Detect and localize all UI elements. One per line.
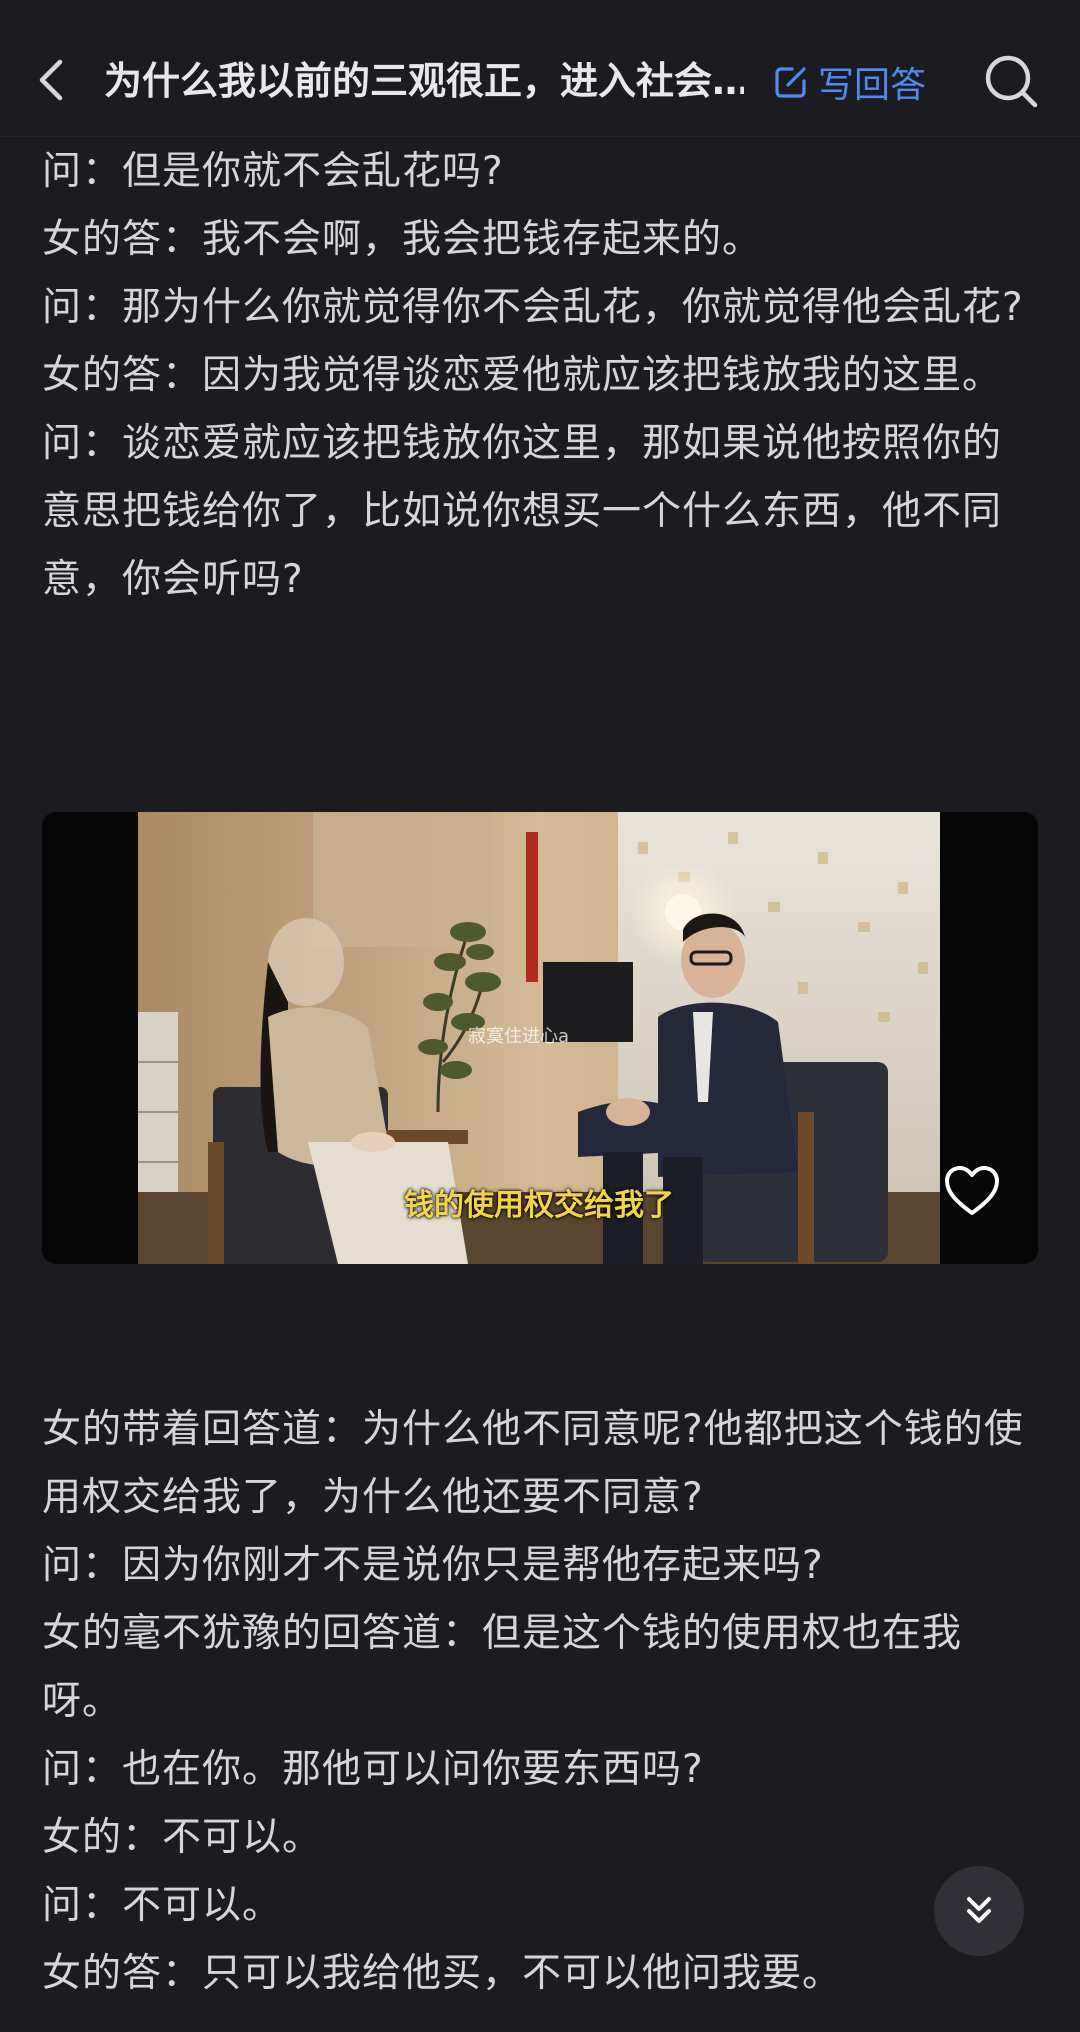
search-icon <box>985 55 1038 108</box>
double-chevron-down-icon <box>967 1897 991 1923</box>
answer-text-block: 问：但是你就不会乱花吗? 女的答：我不会啊，我会把钱存起来的。 问：那为什么你就… <box>42 138 1038 614</box>
page-title[interactable]: 为什么我以前的三观很正，进入社会… <box>104 53 744 109</box>
answer-text-block: 女的带着回答道：为什么他不同意呢?他都把这个钱的使用权交给我了，为什么他还要不同… <box>42 1396 1038 2008</box>
answer-paragraph: 女的答：因为我觉得谈恋爱他就应该把钱放我的这里。 <box>42 353 1003 398</box>
answer-paragraph: 女的带着回答道：为什么他不同意呢?他都把这个钱的使用权交给我了，为什么他还要不同… <box>42 1407 1024 1520</box>
answer-paragraph: 问：也在你。那他可以问你要东西吗? <box>42 1747 704 1792</box>
back-button[interactable] <box>30 48 82 112</box>
edit-icon <box>775 67 806 98</box>
video-watermark: 寂寞住进心a <box>468 1026 570 1047</box>
scroll-down-button[interactable] <box>934 1866 1024 1956</box>
answer-paragraph: 女的：不可以。 <box>42 1815 323 1860</box>
search-button[interactable] <box>980 50 1042 112</box>
video-player[interactable]: 寂寞住进心a 钱的使用权交给我了 <box>42 812 1038 1264</box>
bottom-edge <box>0 2020 1080 2032</box>
chevron-left-icon <box>39 59 63 101</box>
answer-paragraph: 女的毫不犹豫的回答道：但是这个钱的使用权也在我呀。 <box>42 1611 963 1724</box>
video-caption: 钱的使用权交给我了 <box>404 1188 674 1223</box>
answer-paragraph: 问：谈恋爱就应该把钱放你这里，那如果说他按照你的意思把钱给你了，比如说你想买一个… <box>42 421 1003 602</box>
answer-paragraph: 女的答：我不会啊，我会把钱存起来的。 <box>42 217 763 262</box>
answer-paragraph: 女的答：只可以我给他买，不可以他问我要。 <box>42 1951 843 1996</box>
answer-paragraph: 问：但是你就不会乱花吗? <box>42 149 504 194</box>
answer-paragraph: 问：不可以。 <box>42 1883 283 1928</box>
answer-paragraph: 问：那为什么你就觉得你不会乱花，你就觉得他会乱花? <box>42 285 1024 330</box>
like-button[interactable] <box>942 1162 1002 1222</box>
write-answer-button[interactable]: 写回答 <box>772 52 926 112</box>
top-bar: 为什么我以前的三观很正，进入社会… 写回答 <box>0 0 1080 137</box>
answer-paragraph: 问：因为你刚才不是说你只是帮他存起来吗? <box>42 1543 824 1588</box>
heart-icon <box>945 1166 999 1215</box>
video-thumbnail[interactable]: 寂寞住进心a 钱的使用权交给我了 <box>138 812 940 1264</box>
write-answer-label: 写回答 <box>818 65 927 106</box>
